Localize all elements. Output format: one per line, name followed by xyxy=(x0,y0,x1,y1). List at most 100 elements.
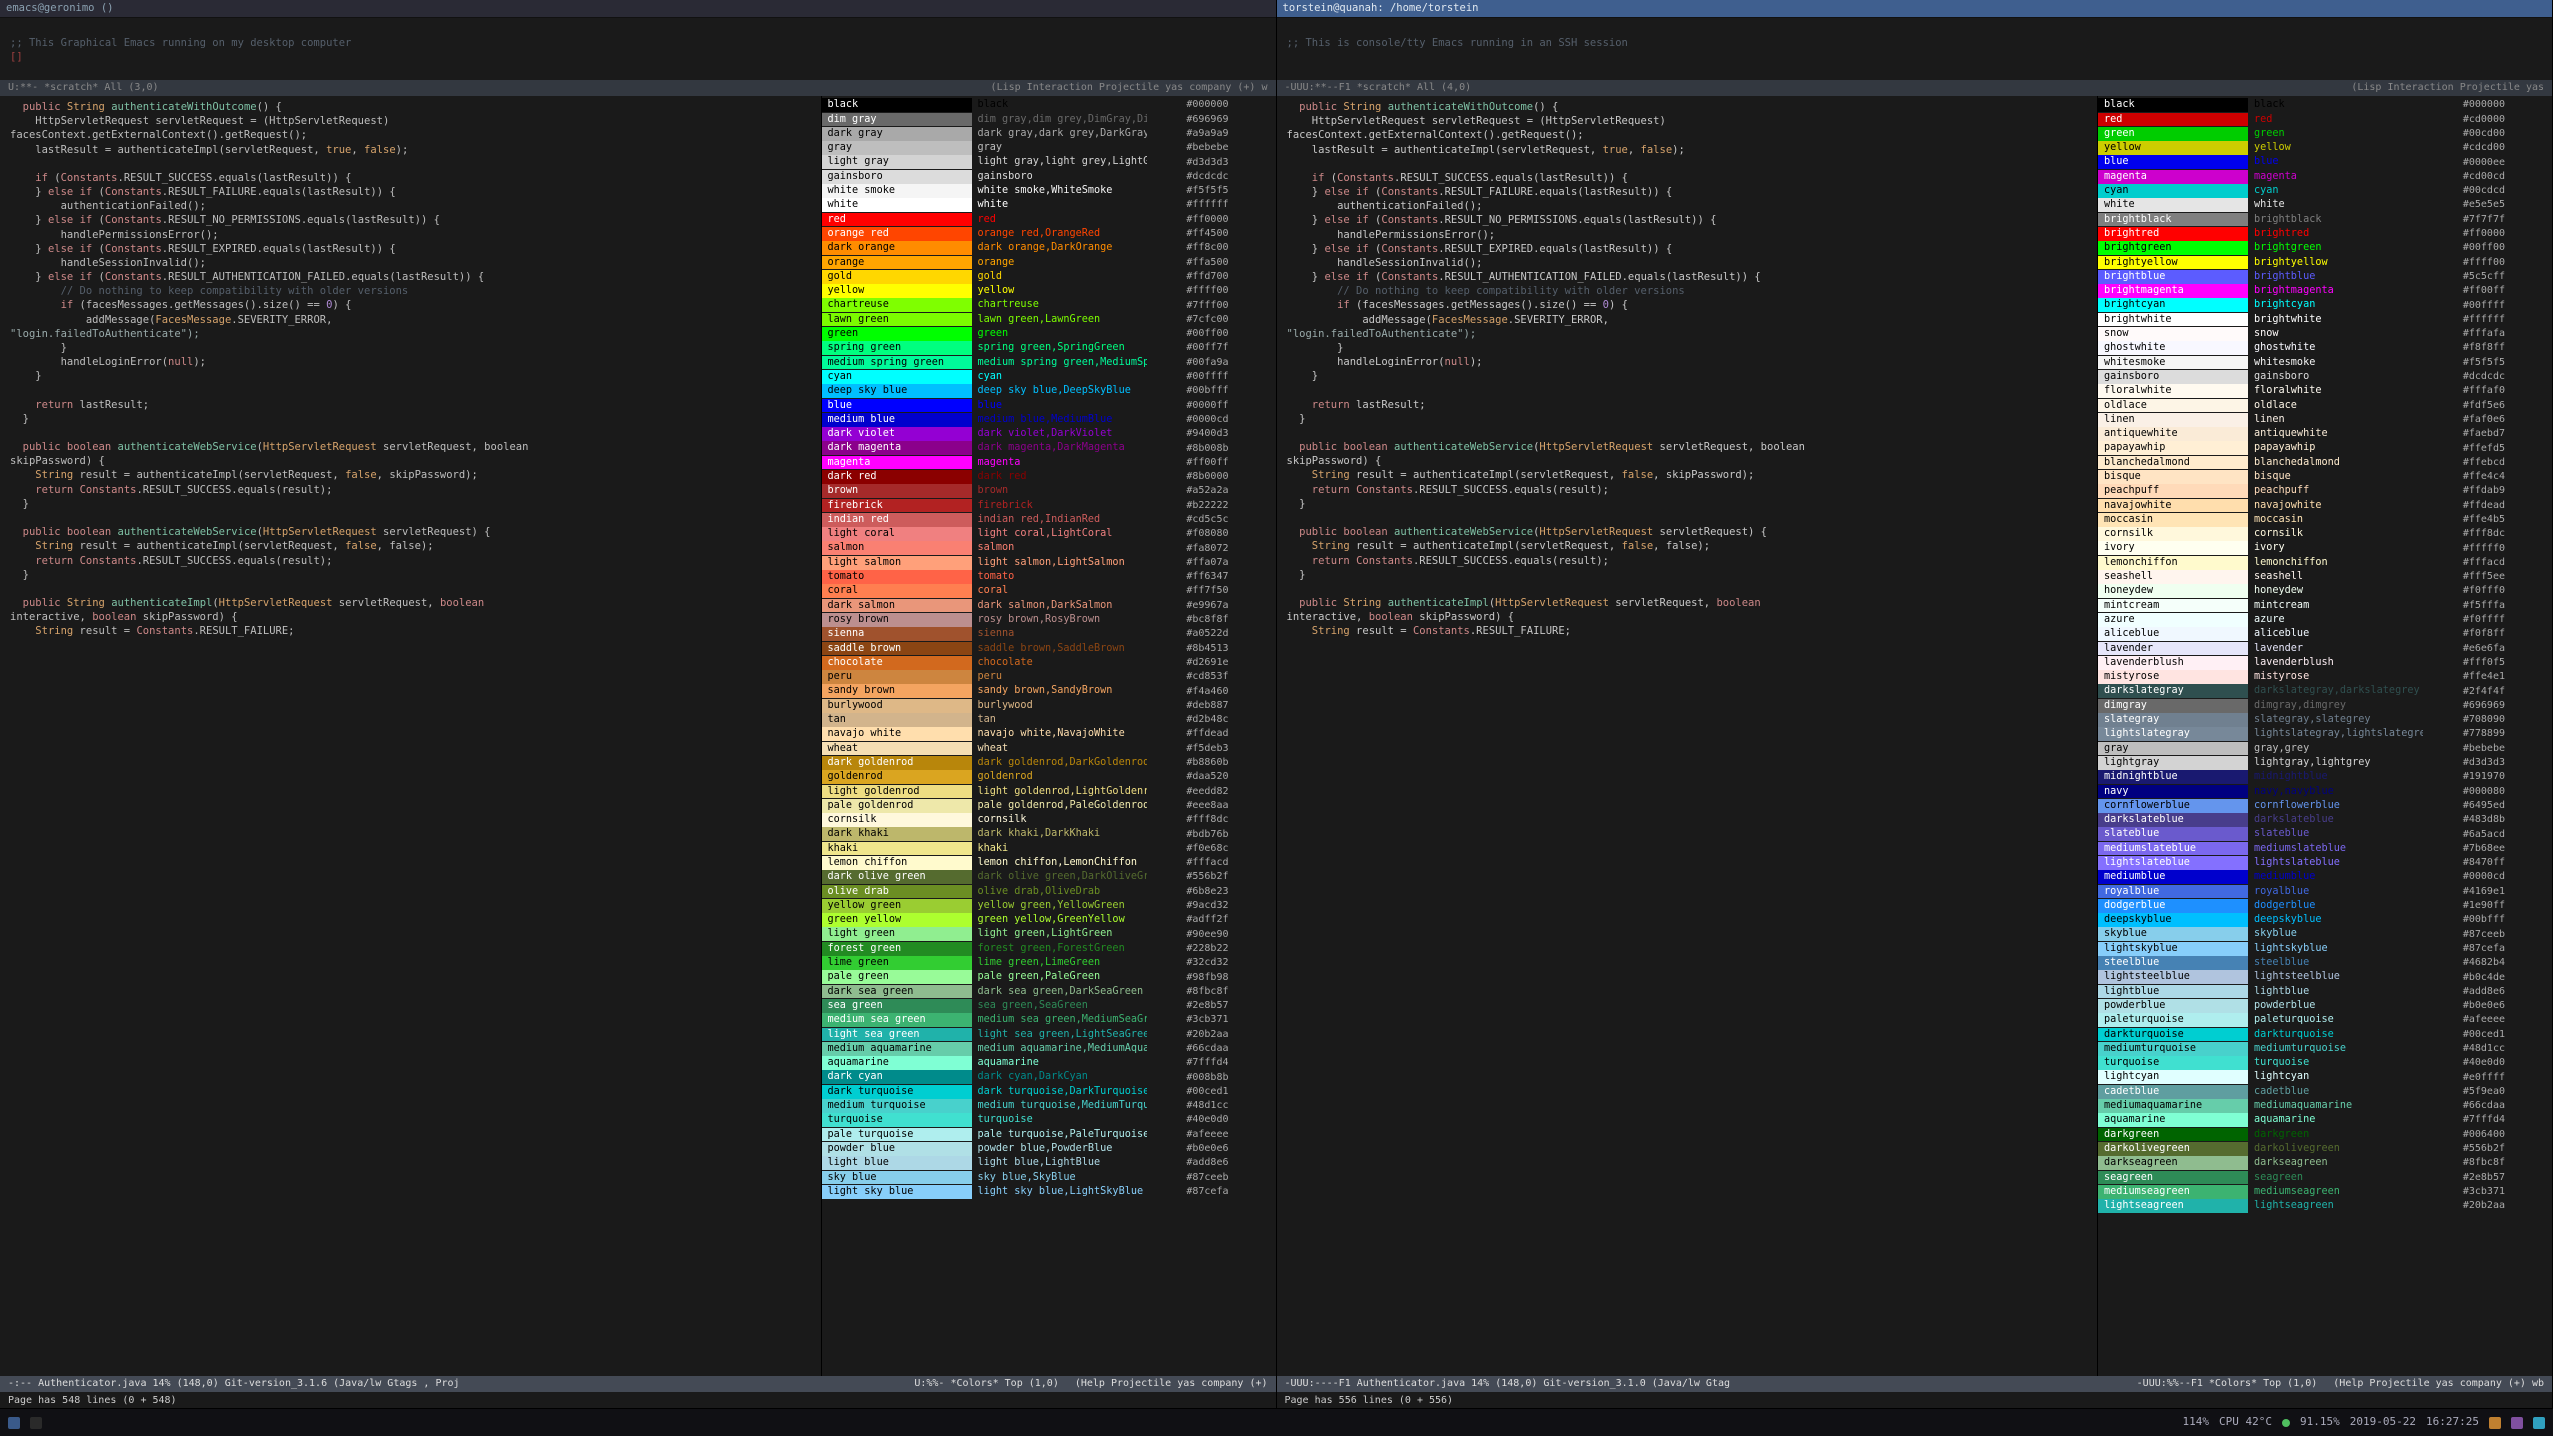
color-row[interactable]: brightmagentabrightmagenta#ff00ff xyxy=(2098,284,2552,298)
color-row[interactable]: dark goldenroddark goldenrod,DarkGoldenr… xyxy=(822,756,1276,770)
color-row[interactable]: light goldenrodlight goldenrod,LightGold… xyxy=(822,784,1276,798)
color-row[interactable]: dark sea greendark sea green,DarkSeaGree… xyxy=(822,984,1276,998)
color-row[interactable]: whitesmokewhitesmoke#f5f5f5 xyxy=(2098,355,2552,369)
color-row[interactable]: indian redindian red,IndianRed#cd5c5c xyxy=(822,513,1276,527)
color-row[interactable]: rosy brownrosy brown,RosyBrown#bc8f8f xyxy=(822,613,1276,627)
color-row[interactable]: graygray,grey#bebebe xyxy=(2098,741,2552,755)
color-row[interactable]: green yellowgreen yellow,GreenYellow#adf… xyxy=(822,913,1276,927)
color-row[interactable]: dark violetdark violet,DarkViolet#9400d3 xyxy=(822,427,1276,441)
color-row[interactable]: powderbluepowderblue#b0e0e6 xyxy=(2098,999,2552,1013)
color-row[interactable]: tantan#d2b48c xyxy=(822,713,1276,727)
color-row[interactable]: blackblack#000000 xyxy=(822,98,1276,112)
color-row[interactable]: aquamarineaquamarine#7fffd4 xyxy=(822,1056,1276,1070)
color-row[interactable]: brightwhitebrightwhite#ffffff xyxy=(2098,312,2552,326)
color-row[interactable]: goldenrodgoldenrod#daa520 xyxy=(822,770,1276,784)
tray-icon-1[interactable] xyxy=(2489,1417,2501,1429)
color-row[interactable]: dim graydim gray,dim grey,DimGray,DimGre… xyxy=(822,112,1276,126)
color-row[interactable]: cornsilkcornsilk#fff8dc xyxy=(2098,527,2552,541)
color-row[interactable]: graygray#bebebe xyxy=(822,141,1276,155)
color-row[interactable]: light bluelight blue,LightBlue#add8e6 xyxy=(822,1156,1276,1170)
color-row[interactable]: dark khakidark khaki,DarkKhaki#bdb76b xyxy=(822,827,1276,841)
color-row[interactable]: whitewhite#e5e5e5 xyxy=(2098,198,2552,212)
color-row[interactable]: light greenlight green,LightGreen#90ee90 xyxy=(822,927,1276,941)
color-row[interactable]: magentamagenta#ff00ff xyxy=(822,455,1276,469)
color-row[interactable]: linenlinen#faf0e6 xyxy=(2098,413,2552,427)
tray-icon-2[interactable] xyxy=(2511,1417,2523,1429)
color-row[interactable]: darkolivegreendarkolivegreen#556b2f xyxy=(2098,1142,2552,1156)
color-row[interactable]: lightgraylightgray,lightgrey#d3d3d3 xyxy=(2098,756,2552,770)
color-row[interactable]: pale goldenrodpale goldenrod,PaleGoldenr… xyxy=(822,799,1276,813)
color-row[interactable]: redred#cd0000 xyxy=(2098,112,2552,126)
color-row[interactable]: tomatotomato#ff6347 xyxy=(822,570,1276,584)
color-row[interactable]: ghostwhiteghostwhite#f8f8ff xyxy=(2098,341,2552,355)
color-row[interactable]: salmonsalmon#fa8072 xyxy=(822,541,1276,555)
color-row[interactable]: midnightbluemidnightblue#191970 xyxy=(2098,770,2552,784)
color-row[interactable]: gainsborogainsboro#dcdcdc xyxy=(822,169,1276,183)
color-row[interactable]: lightslatebluelightslateblue#8470ff xyxy=(2098,856,2552,870)
color-row[interactable]: burlywoodburlywood#deb887 xyxy=(822,698,1276,712)
tray-icon-3[interactable] xyxy=(2533,1417,2545,1429)
color-row[interactable]: blanchedalmondblanchedalmond#ffebcd xyxy=(2098,455,2552,469)
color-row[interactable]: darkseagreendarkseagreen#8fbc8f xyxy=(2098,1156,2552,1170)
color-row[interactable]: cyancyan#00cdcd xyxy=(2098,184,2552,198)
color-row[interactable]: lavenderblushlavenderblush#fff0f5 xyxy=(2098,656,2552,670)
code-buffer-right[interactable]: public String authenticateWithOutcome() … xyxy=(1277,96,2098,1376)
color-row[interactable]: dodgerbluedodgerblue#1e90ff xyxy=(2098,899,2552,913)
color-row[interactable]: cornsilkcornsilk#fff8dc xyxy=(822,813,1276,827)
color-row[interactable]: dark magentadark magenta,DarkMagenta#8b0… xyxy=(822,441,1276,455)
color-row[interactable]: saddle brownsaddle brown,SaddleBrown#8b4… xyxy=(822,641,1276,655)
color-row[interactable]: magentamagenta#cd00cd xyxy=(2098,169,2552,183)
color-row[interactable]: lavenderlavender#e6e6fa xyxy=(2098,641,2552,655)
color-row[interactable]: navajowhitenavajowhite#ffdead xyxy=(2098,498,2552,512)
color-row[interactable]: deepskybluedeepskyblue#00bfff xyxy=(2098,913,2552,927)
color-row[interactable]: dark cyandark cyan,DarkCyan#008b8b xyxy=(822,1070,1276,1084)
color-row[interactable]: brightcyanbrightcyan#00ffff xyxy=(2098,298,2552,312)
color-row[interactable]: sky bluesky blue,SkyBlue#87ceeb xyxy=(822,1170,1276,1184)
color-row[interactable]: powder bluepowder blue,PowderBlue#b0e0e6 xyxy=(822,1142,1276,1156)
color-row[interactable]: lightslategraylightslategray,lightslateg… xyxy=(2098,727,2552,741)
color-row[interactable]: blueblue#0000ee xyxy=(2098,155,2552,169)
color-row[interactable]: slategrayslategray,slategrey#708090 xyxy=(2098,713,2552,727)
color-row[interactable]: mediumslatebluemediumslateblue#7b68ee xyxy=(2098,841,2552,855)
color-row[interactable]: oldlaceoldlace#fdf5e6 xyxy=(2098,398,2552,412)
minibuf-right[interactable]: Page has 556 lines (0 + 556) xyxy=(1277,1392,2553,1408)
color-row[interactable]: mintcreammintcream#f5fffa xyxy=(2098,598,2552,612)
color-row[interactable]: gainsborogainsboro#dcdcdc xyxy=(2098,370,2552,384)
color-row[interactable]: yellowyellow#cdcd00 xyxy=(2098,141,2552,155)
color-row[interactable]: lightsteelbluelightsteelblue#b0c4de xyxy=(2098,970,2552,984)
color-row[interactable]: mediumbluemediumblue#0000cd xyxy=(2098,870,2552,884)
color-row[interactable]: light graylight gray,light grey,LightGra… xyxy=(822,155,1276,169)
color-row[interactable]: redred#ff0000 xyxy=(822,212,1276,226)
color-row[interactable]: sea greensea green,SeaGreen#2e8b57 xyxy=(822,999,1276,1013)
color-row[interactable]: dimgraydimgray,dimgrey#696969 xyxy=(2098,698,2552,712)
code-buffer-left[interactable]: public String authenticateWithOutcome() … xyxy=(0,96,821,1376)
color-row[interactable]: aquamarineaquamarine#7fffd4 xyxy=(2098,1113,2552,1127)
color-row[interactable]: white smokewhite smoke,WhiteSmoke#f5f5f5 xyxy=(822,184,1276,198)
color-row[interactable]: alicebluealiceblue#f0f8ff xyxy=(2098,627,2552,641)
color-row[interactable]: blackblack#000000 xyxy=(2098,98,2552,112)
color-row[interactable]: peruperu#cd853f xyxy=(822,670,1276,684)
color-row[interactable]: mediumturquoisemediumturquoise#48d1cc xyxy=(2098,1042,2552,1056)
color-row[interactable]: lightcyanlightcyan#e0ffff xyxy=(2098,1070,2552,1084)
color-row[interactable]: light sea greenlight sea green,LightSeaG… xyxy=(822,1027,1276,1041)
color-row[interactable]: light salmonlight salmon,LightSalmon#ffa… xyxy=(822,556,1276,570)
color-row[interactable]: seagreenseagreen#2e8b57 xyxy=(2098,1170,2552,1184)
color-row[interactable]: brightredbrightred#ff0000 xyxy=(2098,227,2552,241)
color-row[interactable]: forest greenforest green,ForestGreen#228… xyxy=(822,942,1276,956)
scratch-left[interactable]: ;; This Graphical Emacs running on my de… xyxy=(0,18,1276,80)
color-row[interactable]: medium sea greenmedium sea green,MediumS… xyxy=(822,1013,1276,1027)
color-row[interactable]: ivoryivory#fffff0 xyxy=(2098,541,2552,555)
color-row[interactable]: yellowyellow#ffff00 xyxy=(822,284,1276,298)
color-row[interactable]: peachpuffpeachpuff#ffdab9 xyxy=(2098,484,2552,498)
color-buffer-left[interactable]: blackblack#000000dim graydim gray,dim gr… xyxy=(821,96,1276,1376)
color-row[interactable]: mediumseagreenmediumseagreen#3cb371 xyxy=(2098,1185,2552,1199)
color-row[interactable]: blueblue#0000ff xyxy=(822,398,1276,412)
color-row[interactable]: khakikhaki#f0e68c xyxy=(822,841,1276,855)
color-row[interactable]: light sky bluelight sky blue,LightSkyBlu… xyxy=(822,1185,1276,1199)
color-row[interactable]: cornflowerbluecornflowerblue#6495ed xyxy=(2098,799,2552,813)
color-row[interactable]: dark turquoisedark turquoise,DarkTurquoi… xyxy=(822,1084,1276,1098)
color-row[interactable]: floralwhitefloralwhite#fffaf0 xyxy=(2098,384,2552,398)
color-row[interactable]: mistyrosemistyrose#ffe4e1 xyxy=(2098,670,2552,684)
color-row[interactable]: lawn greenlawn green,LawnGreen#7cfc00 xyxy=(822,312,1276,326)
minibuf-left[interactable]: Page has 548 lines (0 + 548) xyxy=(0,1392,1276,1408)
